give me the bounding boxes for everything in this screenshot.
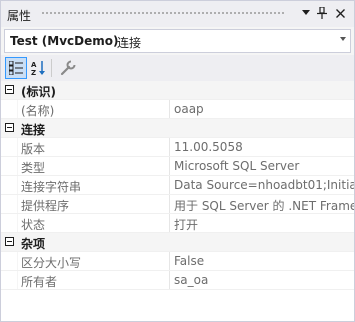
drag-grip[interactable] xyxy=(41,11,284,16)
property-value[interactable]: oaap xyxy=(174,102,354,116)
wrench-icon[interactable] xyxy=(57,57,79,79)
property-value[interactable]: 11.00.5058 xyxy=(174,140,354,154)
object-selector[interactable]: Test (MvcDemo) 连接 xyxy=(4,29,351,53)
grid-empty-area xyxy=(1,290,354,321)
properties-panel: 属性 Test (MvcDemo) 连接 A Z (标识) (名称) oaap … xyxy=(0,0,355,322)
property-value[interactable]: sa_oa xyxy=(174,273,354,287)
property-label: 类型 xyxy=(21,161,46,175)
property-row-connection-string[interactable]: 连接字符串 Data Source=nhoadbt01;Initia xyxy=(1,176,354,195)
collapse-icon[interactable] xyxy=(5,237,14,246)
object-type: 连接 xyxy=(117,36,142,50)
property-row-owner[interactable]: 所有者 sa_oa xyxy=(1,271,354,290)
property-label: (名称) xyxy=(21,104,55,118)
property-label: 连接字符串 xyxy=(21,180,82,194)
category-label: 杂项 xyxy=(21,237,46,251)
property-label: 区分大小写 xyxy=(21,256,82,270)
alphabetical-sort-icon[interactable]: A Z xyxy=(28,57,50,79)
title-bar: 属性 xyxy=(1,1,354,27)
property-value[interactable]: Data Source=nhoadbt01;Initia xyxy=(174,178,354,192)
property-value[interactable]: 打开 xyxy=(174,216,354,233)
property-row-case-sensitive[interactable]: 区分大小写 False xyxy=(1,252,354,271)
property-value[interactable]: 用于 SQL Server 的 .NET Frame xyxy=(174,197,354,214)
category-row-connection[interactable]: 连接 xyxy=(1,119,354,138)
svg-text:Z: Z xyxy=(31,69,36,76)
svg-text:A: A xyxy=(31,61,37,69)
categorized-view-icon[interactable] xyxy=(5,57,27,79)
category-label: 连接 xyxy=(21,123,46,137)
property-label: 提供程序 xyxy=(21,199,70,213)
pin-icon[interactable] xyxy=(315,6,329,20)
toolbar-separator xyxy=(51,59,52,77)
properties-toolbar: A Z xyxy=(1,55,354,81)
property-row-version[interactable]: 版本 11.00.5058 xyxy=(1,138,354,157)
collapse-icon[interactable] xyxy=(5,123,14,132)
property-row-name[interactable]: (名称) oaap xyxy=(1,100,354,119)
category-label: (标识) xyxy=(21,85,56,99)
property-row-state[interactable]: 状态 打开 xyxy=(1,214,354,233)
chevron-down-icon[interactable] xyxy=(340,37,346,41)
property-grid: (标识) (名称) oaap 连接 版本 11.00.5058 类型 Micro… xyxy=(1,81,354,290)
property-label: 状态 xyxy=(21,218,46,232)
property-label: 所有者 xyxy=(21,275,58,289)
panel-title: 属性 xyxy=(7,9,32,23)
collapse-icon[interactable] xyxy=(5,85,14,94)
property-label: 版本 xyxy=(21,142,46,156)
object-name: Test (MvcDemo) xyxy=(10,34,119,48)
property-value[interactable]: False xyxy=(174,254,354,268)
property-row-type[interactable]: 类型 Microsoft SQL Server xyxy=(1,157,354,176)
close-icon[interactable] xyxy=(333,6,347,20)
category-row-misc[interactable]: 杂项 xyxy=(1,233,354,252)
property-value[interactable]: Microsoft SQL Server xyxy=(174,159,354,173)
category-row-identity[interactable]: (标识) xyxy=(1,81,354,100)
dropdown-menu-icon[interactable] xyxy=(299,6,313,20)
property-row-provider[interactable]: 提供程序 用于 SQL Server 的 .NET Frame xyxy=(1,195,354,214)
